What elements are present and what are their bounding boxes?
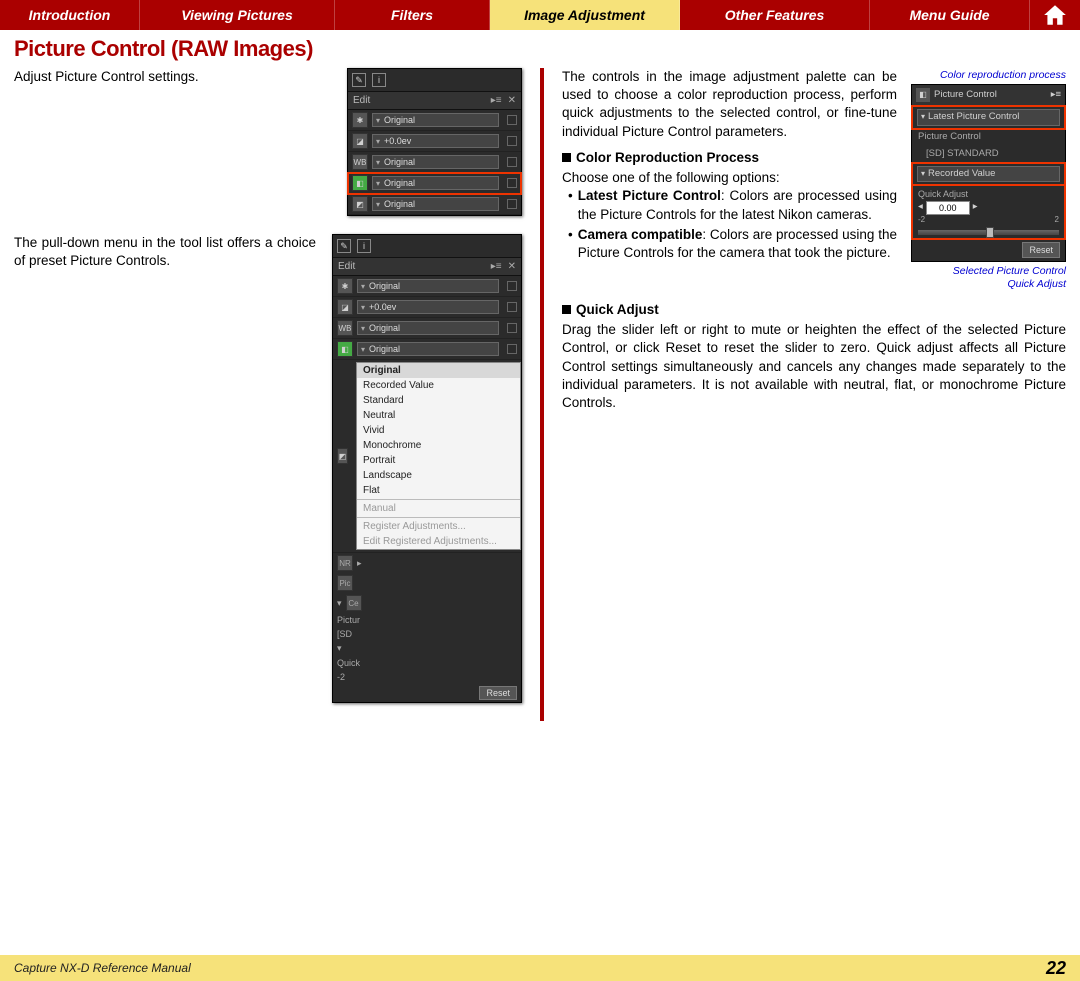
dropdown-item-monochrome[interactable]: Monochrome [357,438,520,453]
dropdown-item-landscape[interactable]: Landscape [357,468,520,483]
tab-filters[interactable]: Filters [335,0,490,30]
edit-panel-2: ✎ i Edit ▸≡✕ ✱▾Original ◪▾+0.0ev WB▾Orig… [332,234,522,703]
qa-increment-icon[interactable]: ▸ [973,201,978,214]
callout-panel: Color reproduction process ◧ Picture Cont… [911,68,1066,291]
page-number: 22 [1046,958,1066,979]
pc-preset-dropdown[interactable]: ▾Recorded Value [917,166,1060,183]
close-icon[interactable]: ✕ [508,95,516,106]
qa-value-input[interactable]: 0.00 [926,201,970,215]
right-intro: The controls in the image adjustment pal… [562,68,897,141]
picture-control-tool-icon[interactable]: ◧ [337,341,353,357]
dropdown-item-vivid[interactable]: Vivid [357,423,520,438]
picture-control-tool-icon[interactable]: ◧ [352,175,368,191]
qa-slider-track[interactable] [918,230,1059,235]
dropdown-item-neutral[interactable]: Neutral [357,408,520,423]
dd-original-1[interactable]: ▾Original [372,113,499,127]
left-column: Adjust Picture Control settings. ✎ i Edi… [14,68,544,721]
dd-original-3[interactable]: ▾Original [372,197,499,211]
edit-icon: ✎ [337,239,351,253]
ce-tool-icon[interactable]: Ce [346,595,362,611]
callout-label-crp: Color reproduction process [911,68,1066,82]
collapse-icon[interactable]: ▸≡ [1051,89,1061,102]
home-button[interactable] [1030,0,1080,30]
dropdown-item-register: Register Adjustments... [357,519,520,534]
subhead-qa: Quick Adjust [562,301,1066,319]
qa-body: Drag the slider left or right to mute or… [562,321,1066,412]
nr-tool-icon[interactable]: NR [337,555,353,571]
edit-label: Edit [338,261,355,272]
footer: Capture NX-D Reference Manual 22 [0,955,1080,981]
pc-sub-label: Picture Control [912,129,1065,146]
info-icon: i [357,239,371,253]
picture-control-dropdown[interactable]: Original Recorded Value Standard Neutral… [356,362,521,550]
qa-decrement-icon[interactable]: ◂ [918,201,923,214]
ev-tool-icon[interactable]: ◪ [352,133,368,149]
pc-sub-value: [SD] STANDARD [912,146,1065,163]
reset-button[interactable]: Reset [479,686,517,700]
dropdown-item-manual: Manual [357,501,520,516]
top-nav: Introduction Viewing Pictures Filters Im… [0,0,1080,30]
dropdown-item-edit-registered: Edit Registered Adjustments... [357,534,520,549]
tab-viewing-pictures[interactable]: Viewing Pictures [140,0,335,30]
qa-slider-thumb[interactable] [986,227,994,238]
left-text-1: Adjust Picture Control settings. [14,68,331,86]
crp-sub: Choose one of the following options: [562,169,897,187]
tab-introduction[interactable]: Introduction [0,0,140,30]
callout-label-qa: Quick Adjust [1007,278,1066,290]
tone-tool-icon[interactable]: ◩ [352,196,368,212]
callout-label-selected: Selected Picture Control [953,265,1066,277]
crp-dropdown[interactable]: ▾Latest Picture Control [917,109,1060,126]
info-icon: i [372,73,386,87]
home-icon [1042,2,1068,28]
dropdown-item-standard[interactable]: Standard [357,393,520,408]
dropdown-item-recorded[interactable]: Recorded Value [357,378,520,393]
tab-other-features[interactable]: Other Features [680,0,870,30]
dd-picture-control[interactable]: ▾Original [372,176,499,190]
tab-image-adjustment[interactable]: Image Adjustment [490,0,680,30]
picture-control-icon: ◧ [916,88,930,102]
edit-label: Edit [353,95,370,106]
tone-tool-icon[interactable]: ◩ [337,448,348,464]
dd-original-2[interactable]: ▾Original [372,155,499,169]
edit-icon: ✎ [352,73,366,87]
ev-tool-icon[interactable]: ◪ [337,299,353,315]
wb-tool-icon[interactable]: WB [337,320,353,336]
close-icon[interactable]: ✕ [508,261,516,272]
reset-button[interactable]: Reset [1022,242,1060,258]
edit-panel-1: ✎ i Edit ▸≡ ✕ ✱ ▾Original ◪ ▾+0.0ev WB ▾Orig… [347,68,522,216]
dropdown-current[interactable]: Original [357,363,520,378]
footer-title: Capture NX-D Reference Manual [14,961,191,975]
tab-menu-guide[interactable]: Menu Guide [870,0,1030,30]
subhead-crp: Color Reproduction Process [562,149,897,167]
dropdown-item-flat[interactable]: Flat [357,483,520,498]
wb-tool-icon[interactable]: WB [352,154,368,170]
pic-tool-icon[interactable]: Pic [337,575,353,591]
page-title: Picture Control (RAW Images) [0,30,1080,68]
exposure-tool-icon[interactable]: ✱ [337,278,353,294]
exposure-tool-icon[interactable]: ✱ [352,112,368,128]
dropdown-item-portrait[interactable]: Portrait [357,453,520,468]
collapse-icon[interactable]: ▸≡ [491,95,502,106]
left-text-2: The pull-down menu in the tool list offe… [14,234,316,270]
collapse-icon[interactable]: ▸≡ [491,261,502,272]
right-column: The controls in the image adjustment pal… [544,68,1066,721]
dd-ev[interactable]: ▾+0.0ev [372,134,499,148]
quick-adjust-block: Quick Adjust ◂ 0.00 ▸ -22 [912,185,1065,238]
